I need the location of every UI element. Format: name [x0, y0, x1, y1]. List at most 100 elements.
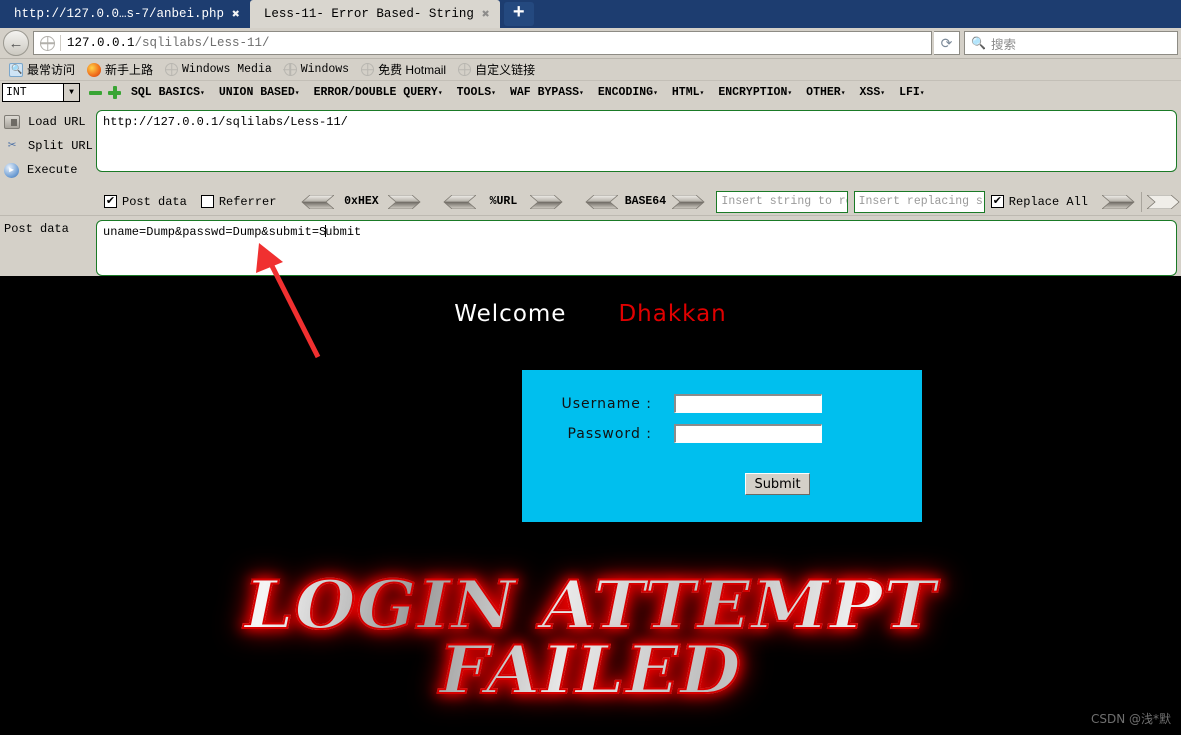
welcome-text: Welcome — [454, 301, 567, 327]
username-input[interactable] — [674, 394, 822, 413]
username-row: Username : — [522, 394, 822, 413]
split-url-button[interactable]: ✂ Split URL — [0, 134, 96, 158]
browser-tab-2[interactable]: Less-11- Error Based- String ✖ — [249, 0, 500, 28]
replace-string-input[interactable]: Insert replacing string — [853, 190, 985, 213]
bookmark-custom-links[interactable]: 自定义链接 — [453, 60, 540, 80]
execute-button[interactable]: ▶ Execute — [0, 158, 96, 182]
load-url-icon — [4, 115, 20, 129]
search-bar[interactable]: 🔍 搜索 — [964, 31, 1178, 55]
bookmark-hotmail[interactable]: 免费 Hotmail — [356, 60, 451, 80]
reload-button[interactable]: ⟳ — [934, 31, 960, 55]
welcome-username: Dhakkan — [618, 301, 727, 327]
extra-arrow-icon[interactable] — [1147, 194, 1181, 209]
login-failed-banner: LOGIN ATTEMPT FAILED — [0, 571, 1181, 703]
menu-label: LFI — [899, 86, 920, 99]
new-tab-button[interactable]: + — [503, 2, 534, 26]
load-url-button[interactable]: Load URL — [0, 110, 96, 134]
search-string-input[interactable]: Insert string to replace — [716, 190, 848, 213]
decode-left-arrow-icon[interactable] — [300, 194, 335, 209]
address-path: /sqlilabs/Less-11/ — [134, 36, 270, 50]
chevron-down-icon: ▾ — [699, 89, 705, 98]
password-input[interactable] — [674, 424, 822, 443]
back-button[interactable]: ← — [3, 30, 29, 56]
divider — [60, 35, 61, 51]
password-label: Password : — [567, 425, 652, 442]
menu-other[interactable]: OTHER▾ — [799, 86, 852, 99]
bookmark-most-visited[interactable]: 最常访问 — [4, 60, 80, 80]
search-placeholder: 搜索 — [990, 37, 1016, 52]
menu-xss[interactable]: XSS▾ — [853, 86, 893, 99]
menu-label: WAF BYPASS — [510, 86, 580, 99]
close-icon[interactable]: ✖ — [232, 8, 240, 21]
url-encoder-group: %URL — [442, 194, 564, 209]
decode-left-arrow-icon[interactable] — [442, 194, 477, 209]
hackbar-actions: Load URL ✂ Split URL ▶ Execute — [0, 104, 96, 182]
referrer-label: Referrer — [218, 194, 277, 209]
url-textarea[interactable]: http://127.0.0.1/sqlilabs/Less-11/ — [96, 110, 1177, 172]
injection-type-select[interactable]: INT ▼ — [2, 83, 80, 102]
browser-tab-1[interactable]: http://127.0.0…s-7/anbei.php ✖ — [0, 0, 250, 28]
menu-waf-bypass[interactable]: WAF BYPASS▾ — [503, 86, 591, 99]
menu-label: ENCODING — [597, 86, 654, 99]
bookmark-windows-media[interactable]: Windows Media — [160, 60, 277, 80]
decode-left-arrow-icon[interactable] — [584, 194, 619, 209]
apply-replace-arrow-icon[interactable] — [1102, 194, 1136, 209]
submit-button[interactable]: Submit — [745, 473, 810, 495]
watermark: CSDN @浅*默 — [1090, 712, 1171, 726]
divider — [1141, 191, 1143, 212]
globe-icon — [283, 63, 297, 76]
star-folder-icon — [9, 62, 23, 77]
plus-icon[interactable] — [108, 86, 121, 99]
encode-right-arrow-icon[interactable] — [530, 194, 564, 209]
menu-encryption[interactable]: ENCRYPTION▾ — [711, 86, 799, 99]
menu-html[interactable]: HTML▾ — [665, 86, 711, 99]
firefox-icon — [87, 62, 102, 77]
menu-union-based[interactable]: UNION BASED▾ — [212, 86, 307, 99]
welcome-heading: Welcome Dhakkan — [0, 301, 1181, 327]
menu-error-double-query[interactable]: ERROR/DOUBLE QUERY▾ — [307, 86, 450, 99]
password-row: Password : — [522, 424, 822, 443]
address-bar[interactable]: 127.0.0.1/sqlilabs/Less-11/ — [33, 31, 932, 55]
base64-encoder-label: BASE64 — [624, 195, 667, 208]
chevron-down-icon: ▾ — [579, 89, 584, 98]
replace-all-label: Replace All — [1008, 194, 1089, 209]
menu-encoding[interactable]: ENCODING▾ — [591, 86, 665, 99]
encode-right-arrow-icon[interactable] — [388, 194, 422, 209]
navigation-bar: ← 127.0.0.1/sqlilabs/Less-11/ ⟳ 🔍 搜索 — [0, 28, 1181, 59]
search-icon: 🔍 — [971, 36, 986, 50]
chevron-down-icon: ▾ — [787, 89, 793, 98]
execute-icon: ▶ — [4, 162, 19, 178]
bookmark-getting-started[interactable]: 新手上路 — [82, 60, 158, 80]
post-data-textarea[interactable]: uname=Dump&passwd=Dump&submit=Submit — [96, 220, 1177, 276]
url-encoder-label: %URL — [489, 195, 518, 208]
minus-icon[interactable] — [89, 86, 102, 99]
bookmark-windows[interactable]: Windows — [279, 60, 354, 80]
bookmark-label: 自定义链接 — [475, 63, 536, 77]
menu-label: ERROR/DOUBLE QUERY — [313, 86, 438, 99]
menu-lfi[interactable]: LFI▾ — [892, 86, 932, 99]
menu-sql-basics[interactable]: SQL BASICS▾ — [124, 86, 212, 99]
menu-label: TOOLS — [456, 86, 492, 99]
menu-tools[interactable]: TOOLS▾ — [450, 86, 503, 99]
hackbar-options-row: ✔ Post data Referrer 0xHEX %URL BASE64 I… — [0, 188, 1181, 216]
tab-bar: http://127.0.0…s-7/anbei.php ✖ Less-11- … — [0, 0, 1181, 28]
bookmark-label: Windows Media — [182, 63, 272, 76]
menu-label: OTHER — [806, 86, 841, 99]
tab-title: Less-11- Error Based- String — [263, 7, 474, 21]
menu-label: UNION BASED — [218, 86, 295, 99]
referrer-checkbox[interactable] — [200, 195, 214, 208]
chevron-down-icon: ▾ — [840, 89, 846, 98]
hackbar-menu-bar: INT ▼ SQL BASICS▾ UNION BASED▾ ERROR/DOU… — [0, 81, 1181, 104]
chevron-down-icon[interactable]: ▼ — [63, 84, 79, 101]
bookmark-label: 新手上路 — [105, 63, 154, 77]
chevron-down-icon: ▾ — [294, 89, 300, 98]
replace-all-checkbox[interactable]: ✔ — [990, 195, 1004, 208]
post-data-checkbox[interactable]: ✔ — [104, 195, 117, 208]
hex-encoder-label: 0xHEX — [344, 195, 379, 208]
base64-encoder-group: BASE64 — [584, 194, 706, 209]
encode-right-arrow-icon[interactable] — [672, 194, 706, 209]
address-host: 127.0.0.1 — [67, 36, 135, 50]
hackbar-panel: Load URL ✂ Split URL ▶ Execute http://12… — [0, 104, 1181, 276]
close-icon[interactable]: ✖ — [482, 8, 490, 21]
chevron-down-icon: ▾ — [919, 89, 925, 98]
